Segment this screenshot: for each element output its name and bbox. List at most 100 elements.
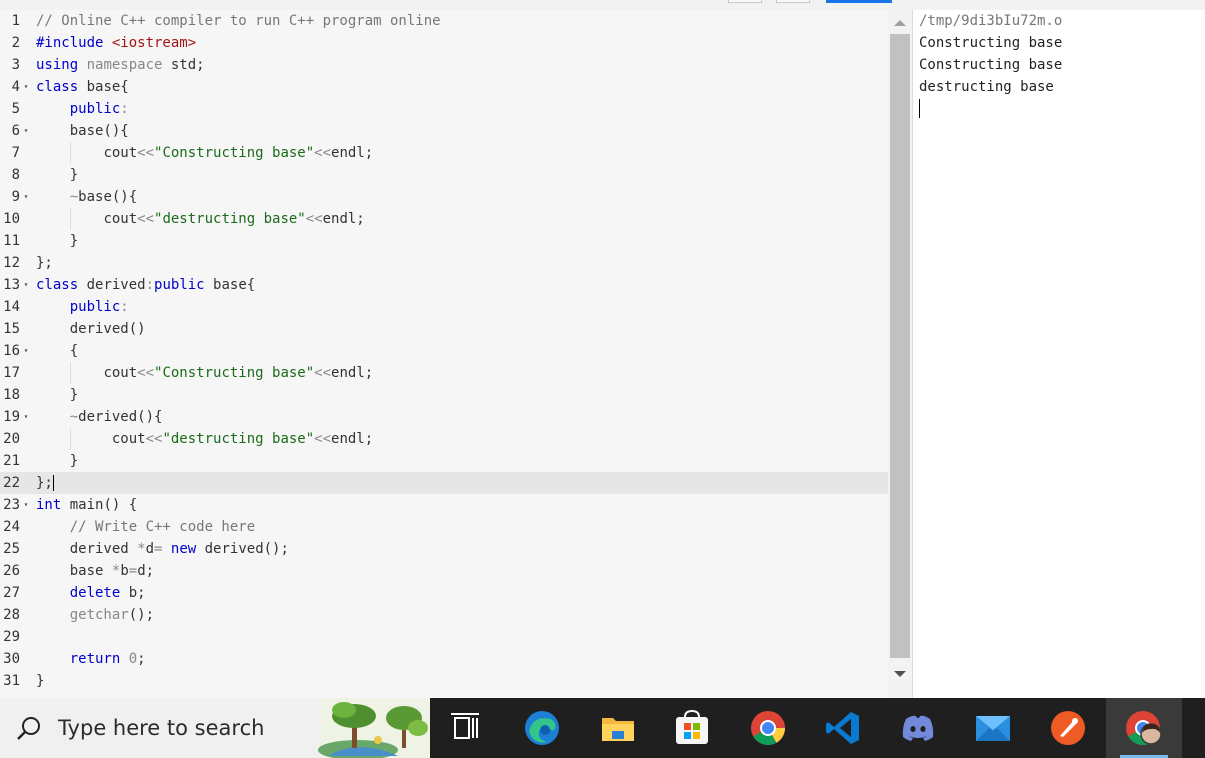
code-text: ~derived(){ <box>36 406 163 428</box>
toolbar-button[interactable] <box>776 0 810 3</box>
fold-toggle-icon[interactable]: ▾ <box>21 76 31 98</box>
indent-guide <box>70 362 71 384</box>
code-line[interactable]: 29 <box>0 626 888 648</box>
code-line[interactable]: 19 ▾ ~derived(){ <box>0 406 888 428</box>
code-line[interactable]: 20 cout<<"destructing base"<<endl; <box>0 428 888 450</box>
code-token: using <box>36 57 79 73</box>
code-line[interactable]: 27 delete b; <box>0 582 888 604</box>
postman-icon[interactable] <box>1049 709 1087 747</box>
line-number: 13 <box>3 277 20 293</box>
line-number: 11 <box>3 233 20 249</box>
output-panel[interactable]: /tmp/9di3bIu72m.o Constructing base Cons… <box>912 10 1205 698</box>
code-line[interactable]: 25 derived *d= new derived(); <box>0 538 888 560</box>
code-token: ; <box>137 651 146 667</box>
code-line[interactable]: 7 cout<<"Constructing base"<<endl; <box>0 142 888 164</box>
fold-toggle-icon[interactable]: ▾ <box>21 120 31 142</box>
code-line[interactable]: 2 #include <iostream> <box>0 32 888 54</box>
line-number: 19 <box>3 409 20 425</box>
code-token: "destructing base" <box>162 431 315 447</box>
code-token: << <box>314 365 332 381</box>
code-token: d; <box>137 563 155 579</box>
code-text: }; <box>36 472 54 494</box>
code-text: class base{ <box>36 76 129 98</box>
scroll-up-icon[interactable] <box>894 20 906 26</box>
code-line[interactable]: 17 cout<<"Constructing base"<<endl; <box>0 362 888 384</box>
fold-toggle-icon[interactable]: ▾ <box>21 186 31 208</box>
code-line[interactable]: 8 } <box>0 164 888 186</box>
code-line[interactable]: 22}; <box>0 472 888 494</box>
task-view-icon[interactable] <box>447 709 485 747</box>
code-token: endl; <box>331 145 374 161</box>
code-token: base(){ <box>78 189 138 205</box>
code-line[interactable]: 23 ▾ int main() { <box>0 494 888 516</box>
fold-toggle-icon[interactable]: ▾ <box>21 494 31 516</box>
code-line[interactable]: 9 ▾ ~base(){ <box>0 186 888 208</box>
code-text: class derived:public base{ <box>36 274 255 296</box>
mail-icon[interactable] <box>974 709 1012 747</box>
chrome-profile-icon[interactable] <box>1124 709 1162 747</box>
code-token: "Constructing base" <box>154 365 315 381</box>
taskbar-search-box[interactable]: Type here to search <box>0 698 430 758</box>
code-line[interactable]: 30 return 0; <box>0 648 888 670</box>
fold-toggle-icon[interactable]: ▾ <box>21 274 31 296</box>
toolbar-button[interactable] <box>728 0 762 3</box>
code-line[interactable]: 6 ▾ base(){ <box>0 120 888 142</box>
code-line[interactable]: 12}; <box>0 252 888 274</box>
microsoft-store-icon[interactable] <box>673 709 711 747</box>
code-token: public <box>154 277 205 293</box>
code-token: ~ <box>69 189 79 205</box>
code-line[interactable]: 3 using namespace std; <box>0 54 888 76</box>
code-line[interactable]: 4 ▾ class base{ <box>0 76 888 98</box>
code-token: << <box>314 431 332 447</box>
code-line[interactable]: 5 public: <box>0 98 888 120</box>
code-line[interactable]: 31} <box>0 670 888 692</box>
code-line[interactable]: 16 ▾ { <box>0 340 888 362</box>
code-text: public: <box>36 296 129 318</box>
code-line[interactable]: 24 // Write C++ code here <box>0 516 888 538</box>
code-token: d <box>145 541 155 557</box>
fold-toggle-icon[interactable]: ▾ <box>21 340 31 362</box>
code-line[interactable]: 11 } <box>0 230 888 252</box>
run-button[interactable] <box>826 0 892 3</box>
edge-icon[interactable] <box>523 709 561 747</box>
code-token: "Constructing base" <box>154 145 315 161</box>
code-token: cout <box>103 145 138 161</box>
code-text: } <box>36 230 78 252</box>
file-explorer-icon[interactable] <box>599 709 637 747</box>
code-token: 0 <box>128 651 138 667</box>
vscode-icon[interactable] <box>824 709 862 747</box>
discord-icon[interactable] <box>899 709 937 747</box>
code-line[interactable]: 26 base *b=d; <box>0 560 888 582</box>
code-line[interactable]: 21 } <box>0 450 888 472</box>
code-editor[interactable]: 1 // Online C++ compiler to run C++ progr… <box>0 10 912 698</box>
code-text: } <box>36 384 78 406</box>
code-token: namespace <box>86 57 163 73</box>
code-text: } <box>36 164 78 186</box>
code-line[interactable]: 10 cout<<"destructing base"<<endl; <box>0 208 888 230</box>
fold-toggle-icon[interactable]: ▾ <box>21 406 31 428</box>
code-line[interactable]: 13 ▾ class derived:public base{ <box>0 274 888 296</box>
chrome-icon[interactable] <box>749 709 787 747</box>
code-token: << <box>137 145 155 161</box>
code-token: derived <box>78 277 146 293</box>
code-line[interactable]: 1 // Online C++ compiler to run C++ progr… <box>0 10 888 32</box>
scroll-down-icon[interactable] <box>894 671 906 677</box>
code-token: new <box>170 541 197 557</box>
code-line[interactable]: 14 public: <box>0 296 888 318</box>
code-token: endl; <box>331 431 374 447</box>
code-line[interactable]: 28 getchar(); <box>0 604 888 626</box>
line-number: 21 <box>3 453 20 469</box>
code-text: int main() { <box>36 494 137 516</box>
editor-scrollbar[interactable] <box>888 10 912 698</box>
code-text: cout<<"Constructing base"<<endl; <box>36 362 373 384</box>
line-number: 20 <box>3 431 20 447</box>
code-line[interactable]: 15 derived() <box>0 318 888 340</box>
code-line[interactable]: 18 } <box>0 384 888 406</box>
code-token: } <box>69 387 79 403</box>
scrollbar-thumb[interactable] <box>890 34 910 658</box>
